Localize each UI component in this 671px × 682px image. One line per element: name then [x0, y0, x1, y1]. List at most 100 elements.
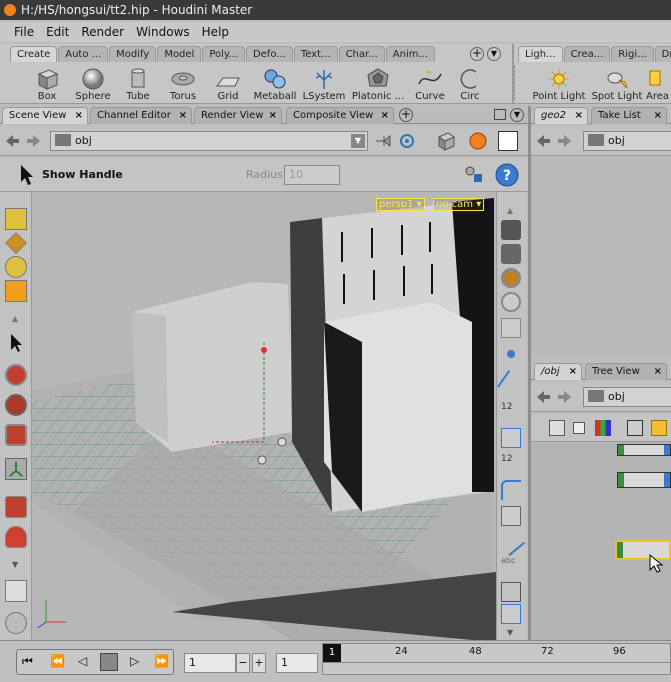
close-icon[interactable]: × — [269, 108, 277, 124]
shelf-tab-model[interactable]: Model — [157, 46, 202, 62]
close-icon[interactable]: × — [654, 108, 662, 124]
state-edit-icon[interactable] — [5, 232, 27, 254]
tool-curve[interactable]: Curve — [408, 64, 452, 102]
step-back-icon[interactable]: ⏪ — [50, 654, 65, 668]
shading-cube-icon[interactable] — [436, 131, 456, 151]
network-node[interactable] — [617, 472, 671, 488]
tool-tube[interactable]: Tube — [116, 64, 160, 102]
snapshot-icon[interactable] — [498, 131, 518, 151]
path-field[interactable]: obj — [583, 131, 671, 151]
menu-windows[interactable]: Windows — [136, 25, 190, 39]
image-icon[interactable] — [501, 604, 521, 624]
background-icon[interactable] — [501, 292, 521, 312]
tool-lsystem[interactable]: LSystem — [300, 64, 348, 102]
primitive-numbers-icon[interactable]: 12 — [501, 454, 521, 474]
stop-icon[interactable] — [100, 653, 118, 671]
shelf-tab-character[interactable]: Char... — [338, 46, 385, 62]
tool-platonic[interactable]: Platonic ... — [348, 64, 408, 102]
back-arrow-icon[interactable] — [535, 133, 551, 149]
shelf-tab-create[interactable]: Create — [10, 46, 58, 62]
tool-box[interactable]: Box — [24, 64, 70, 102]
tab-tree-view[interactable]: Tree View × — [585, 363, 667, 380]
normals-icon[interactable] — [497, 370, 525, 398]
abc-label-icon[interactable]: abc — [501, 556, 521, 576]
state-select-icon[interactable] — [5, 208, 27, 230]
shelf-tab-deform[interactable]: Defo... — [245, 46, 293, 62]
erase-tool-icon[interactable] — [5, 580, 27, 602]
ghost-icon[interactable] — [501, 318, 521, 338]
scroll-up-icon[interactable]: ▲ — [12, 314, 18, 323]
play-reverse-icon[interactable]: ◁ — [78, 654, 87, 668]
tool-point-light[interactable]: Point Light — [530, 64, 588, 102]
close-icon[interactable]: × — [75, 108, 83, 124]
vector-icon[interactable] — [496, 527, 526, 557]
tool-circle[interactable]: Circ — [452, 64, 488, 102]
tab-geo2[interactable]: geo2 × — [534, 107, 588, 124]
pin-icon[interactable] — [374, 133, 392, 149]
scroll-up-icon[interactable]: ▲ — [507, 206, 513, 215]
close-icon[interactable]: × — [654, 364, 662, 380]
tab-render-view[interactable]: Render View × — [194, 107, 282, 124]
maximize-icon[interactable] — [494, 109, 506, 120]
menu-render[interactable]: Render — [81, 25, 124, 39]
chevron-down-icon[interactable]: ▼ — [351, 134, 365, 148]
shelf-tab-texture[interactable]: Text... — [293, 46, 338, 62]
scroll-down-icon[interactable]: ▼ — [12, 560, 18, 569]
shelf-tab-create-2[interactable]: Crea... — [563, 46, 611, 62]
tab-scene-view[interactable]: Scene View × — [2, 107, 88, 124]
display-options-icon[interactable] — [501, 220, 521, 240]
close-icon[interactable]: × — [575, 108, 583, 124]
rotate-tool-icon[interactable] — [5, 394, 27, 416]
notes-icon[interactable] — [651, 420, 667, 436]
network-editor[interactable] — [531, 442, 671, 640]
shelf-tab-modify[interactable]: Modify — [109, 46, 157, 62]
guide-icon[interactable] — [501, 582, 521, 602]
pane-menu-icon[interactable]: ▼ — [510, 108, 524, 122]
path-field[interactable]: obj ▼ — [50, 131, 368, 151]
scene-viewport[interactable]: persp1 ▾ no cam ▾ — [32, 192, 496, 640]
increment-icon[interactable]: + — [252, 653, 266, 673]
tool-grid[interactable]: Grid — [206, 64, 250, 102]
move-tool-icon[interactable] — [5, 364, 27, 386]
step-forward-icon[interactable]: ⏩ — [154, 654, 169, 668]
camera-persp-menu[interactable]: persp1 ▾ — [376, 198, 425, 211]
tab-channel-editor[interactable]: Channel Editor × — [90, 107, 192, 124]
tab-obj[interactable]: /obj × — [534, 363, 582, 380]
tool-spot-light[interactable]: Spot Light — [588, 64, 646, 102]
tool-metaball[interactable]: Metaball — [250, 64, 300, 102]
color-palette-icon[interactable] — [595, 420, 611, 436]
arrow-tool-icon[interactable] — [5, 332, 27, 354]
handle-tool-icon[interactable] — [5, 496, 27, 518]
frame-field[interactable]: 1 — [184, 653, 236, 673]
light-icon[interactable] — [501, 268, 521, 288]
close-icon[interactable]: × — [381, 108, 389, 124]
menu-edit[interactable]: Edit — [46, 25, 69, 39]
step-field[interactable]: 1 — [276, 653, 318, 673]
jump-start-icon[interactable]: ⏮ — [22, 654, 33, 669]
curve-display-icon[interactable] — [501, 480, 521, 500]
menu-help[interactable]: Help — [202, 25, 229, 39]
tool-sphere[interactable]: Sphere — [70, 64, 116, 102]
points-icon[interactable] — [507, 350, 515, 358]
shelf-tab-lights[interactable]: Ligh... — [518, 46, 563, 62]
tool-area-light[interactable]: Area — [646, 64, 671, 102]
forward-arrow-icon[interactable] — [557, 389, 573, 405]
handle-options-icon[interactable] — [462, 164, 486, 186]
state-tag-icon[interactable] — [5, 280, 27, 302]
radius-field[interactable]: 10 — [284, 165, 340, 185]
play-icon[interactable]: ▷ — [130, 654, 139, 668]
render-icon[interactable] — [468, 131, 488, 151]
scroll-down-icon[interactable]: ▼ — [507, 628, 513, 637]
close-icon[interactable]: × — [569, 364, 577, 380]
add-tab-icon[interactable]: + — [399, 108, 413, 122]
help-icon[interactable]: ? — [494, 162, 520, 188]
current-frame-marker[interactable]: 1 — [323, 644, 341, 662]
forward-arrow-icon[interactable] — [557, 133, 573, 149]
primitive-icon[interactable] — [501, 428, 521, 448]
camera-icon[interactable] — [501, 244, 521, 264]
list-mode-icon[interactable] — [549, 420, 565, 436]
network-node[interactable] — [617, 444, 671, 456]
tab-composite-view[interactable]: Composite View × — [286, 107, 394, 124]
back-arrow-icon[interactable] — [535, 389, 551, 405]
close-icon[interactable]: × — [179, 108, 187, 124]
